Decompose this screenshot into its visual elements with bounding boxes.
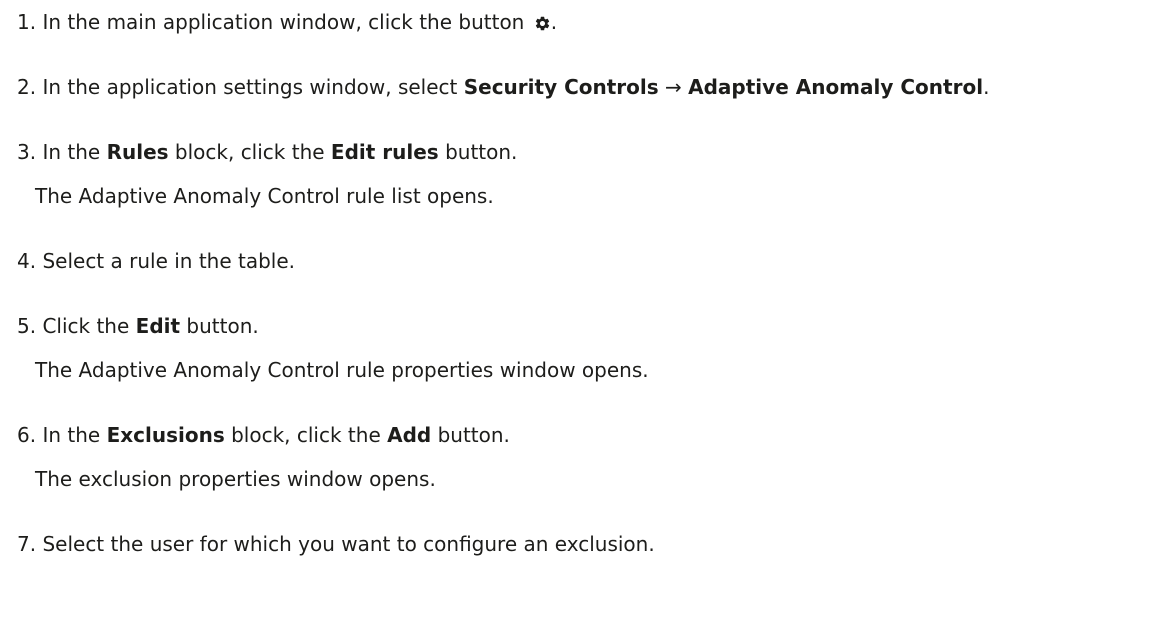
step-text: button. bbox=[445, 140, 518, 164]
step-4: 4. Select a rule in the table. bbox=[17, 251, 295, 271]
step-text: block, click the bbox=[174, 140, 325, 164]
step-5-result: The Adaptive Anomaly Control rule proper… bbox=[35, 358, 649, 382]
step-text: button. bbox=[437, 423, 510, 447]
step-text: button. bbox=[186, 314, 259, 338]
step-number: 7. bbox=[17, 532, 37, 556]
step-6-result: The exclusion properties window opens. bbox=[35, 467, 436, 491]
block-name-exclusions: Exclusions bbox=[106, 423, 225, 447]
button-name-edit-rules: Edit rules bbox=[330, 140, 439, 164]
step-text: In the main application window, click th… bbox=[42, 10, 525, 34]
step-number: 3. bbox=[17, 140, 37, 164]
step-6: 6. In the Exclusions block, click the Ad… bbox=[17, 425, 510, 445]
step-text-end: . bbox=[983, 75, 990, 99]
step-text: Select the user for which you want to co… bbox=[42, 532, 655, 556]
step-7: 7. Select the user for which you want to… bbox=[17, 534, 655, 554]
step-3: 3. In the Rules block, click the Edit ru… bbox=[17, 142, 517, 162]
button-name-edit: Edit bbox=[135, 314, 181, 338]
step-1: 1. In the main application window, click… bbox=[17, 12, 557, 35]
step-5: 5. Click the Edit button. bbox=[17, 316, 259, 336]
step-2: 2. In the application settings window, s… bbox=[17, 77, 989, 97]
gear-icon bbox=[534, 15, 551, 35]
step-3-result: The Adaptive Anomaly Control rule list o… bbox=[35, 184, 494, 208]
step-number: 1. bbox=[17, 10, 37, 34]
menu-path-adaptive-anomaly-control: Adaptive Anomaly Control bbox=[688, 75, 984, 99]
step-text: In the bbox=[42, 140, 101, 164]
arrow-icon: → bbox=[665, 75, 682, 99]
button-name-add: Add bbox=[387, 423, 432, 447]
step-text-end: . bbox=[550, 10, 558, 34]
step-number: 4. bbox=[17, 249, 37, 273]
step-number: 6. bbox=[17, 423, 37, 447]
step-number: 5. bbox=[17, 314, 37, 338]
step-text: Select a rule in the table. bbox=[42, 249, 296, 273]
step-number: 2. bbox=[17, 75, 37, 99]
step-text: In the application settings window, sele… bbox=[42, 75, 458, 99]
step-text: block, click the bbox=[231, 423, 381, 447]
block-name-rules: Rules bbox=[106, 140, 169, 164]
menu-path-security-controls: Security Controls bbox=[463, 75, 659, 99]
step-text: Click the bbox=[42, 314, 130, 338]
step-text: In the bbox=[42, 423, 101, 447]
